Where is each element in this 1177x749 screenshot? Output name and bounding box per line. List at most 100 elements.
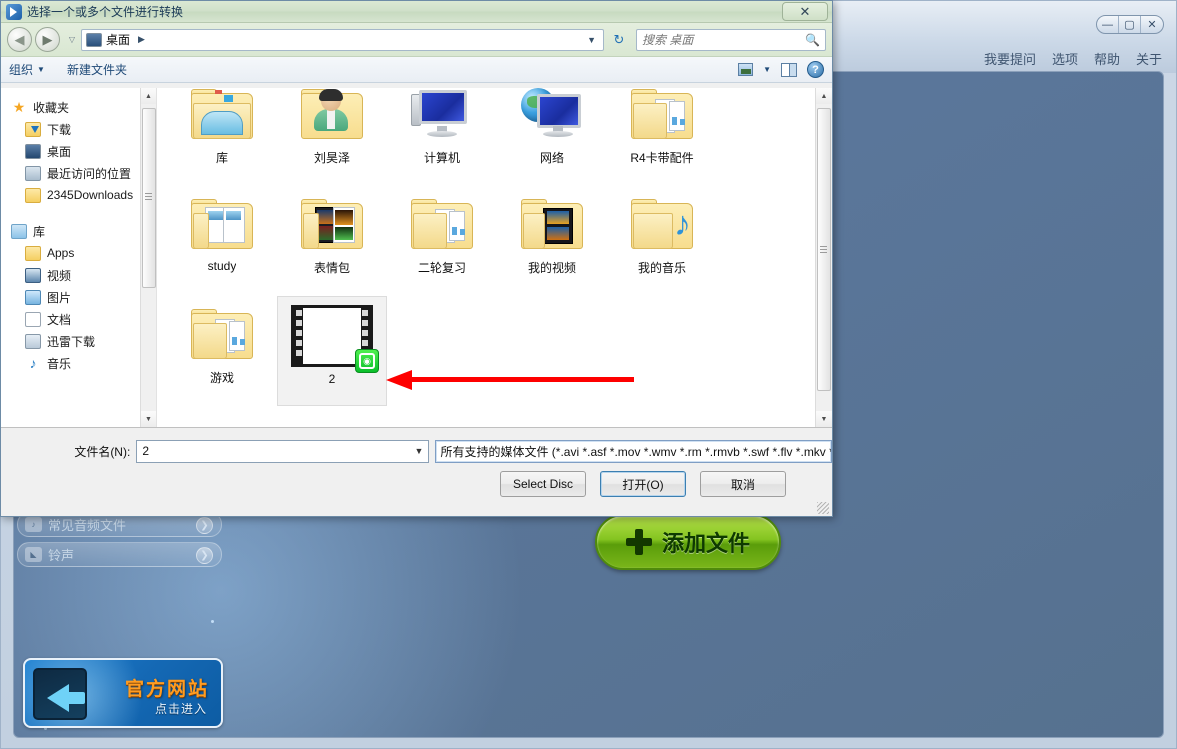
banner-title: 官方网站 (124, 679, 209, 700)
filename-input[interactable]: 2 ▼ (136, 439, 430, 463)
chevron-down-icon[interactable]: ▼ (587, 35, 599, 45)
address-crumb-desktop[interactable]: 桌面 (106, 31, 130, 48)
format-button-label: 常见音频文件 (48, 518, 127, 533)
chevron-down-icon[interactable]: ▼ (415, 446, 424, 456)
search-input[interactable]: 搜索 桌面 🔍 (636, 28, 826, 51)
file-grid: 库 刘昊泽 计算机 网络 R4卡带配件 study 表情包 二轮复习 我的视频 … (167, 88, 812, 406)
plus-icon (625, 529, 652, 555)
minimize-icon[interactable]: — (1097, 16, 1119, 33)
maximize-icon[interactable]: ▢ (1119, 16, 1141, 33)
menu-item-about[interactable]: 关于 (1136, 49, 1162, 68)
refresh-icon[interactable]: ↻ (608, 29, 630, 51)
view-icon[interactable] (738, 63, 754, 76)
menu-item-help[interactable]: 帮助 (1094, 49, 1120, 68)
bell-icon: ◣ (25, 547, 42, 562)
file-item[interactable]: study (167, 186, 277, 296)
menu-item-ask[interactable]: 我要提问 (984, 49, 1036, 68)
close-button[interactable]: ✕ (782, 2, 828, 21)
nav-item-apps[interactable]: Apps (7, 242, 156, 264)
organize-button[interactable]: 组织 ▼ (9, 61, 45, 78)
desktop-icon (25, 143, 41, 159)
file-item[interactable]: 库 (167, 88, 277, 186)
back-button[interactable]: ◀ (7, 27, 32, 52)
close-icon[interactable]: ✕ (1141, 16, 1163, 33)
navigation-pane-scrollbar[interactable]: ▲ ▼ (140, 88, 156, 427)
format-button-label: 铃声 (48, 548, 75, 563)
dialog-bottom-bar: 文件名(N): 2 ▼ 所有支持的媒体文件 (*.avi *.asf *.mov… (1, 429, 832, 516)
nav-item-recent-places[interactable]: 最近访问的位置 (7, 162, 156, 184)
recent-places-icon (25, 165, 41, 181)
file-type-filter-dropdown[interactable]: 所有支持的媒体文件 (*.avi *.asf *.mov *.wmv *.rm … (435, 439, 832, 463)
file-item[interactable]: 计算机 (387, 88, 497, 186)
videos-icon (25, 267, 41, 283)
star-icon: ★ (12, 98, 26, 115)
app-icon (6, 3, 22, 20)
resize-grip[interactable] (817, 502, 829, 514)
nav-group-favorites[interactable]: ★ 收藏夹 (7, 96, 156, 118)
nav-group-libraries[interactable]: 库 (7, 220, 156, 242)
file-label: 网络 (539, 151, 564, 165)
folder-video-icon (516, 192, 588, 256)
chevron-right-icon[interactable]: ▶ (138, 34, 145, 45)
scroll-down-icon[interactable]: ▼ (141, 411, 156, 427)
music-note-icon: ♪ (25, 517, 42, 532)
dialog-titlebar[interactable]: 选择一个或多个文件进行转换 ✕ (1, 1, 832, 23)
nav-item-pictures[interactable]: 图片 (7, 286, 156, 308)
preview-pane-icon[interactable] (781, 62, 797, 77)
file-item[interactable]: ♪ 我的音乐 (607, 186, 717, 296)
scrollbar-grip (820, 246, 827, 253)
nav-item-music[interactable]: ♪ 音乐 (7, 352, 156, 374)
add-file-button[interactable]: 添加文件 (595, 514, 781, 570)
converter-menu[interactable]: 我要提问 选项 帮助 关于 (984, 49, 1162, 68)
forward-button[interactable]: ▶ (35, 27, 60, 52)
folder-icon (186, 302, 258, 366)
new-folder-button[interactable]: 新建文件夹 (67, 61, 127, 78)
help-icon[interactable]: ? (807, 61, 824, 78)
file-list-scrollbar[interactable]: ▲ ▼ (815, 88, 832, 427)
add-file-label: 添加文件 (661, 532, 750, 557)
nav-label: 视频 (47, 268, 72, 283)
file-item[interactable]: 刘昊泽 (277, 88, 387, 186)
nav-item-desktop[interactable]: 桌面 (7, 140, 156, 162)
nav-label: 桌面 (47, 144, 72, 159)
menu-item-options[interactable]: 选项 (1052, 49, 1078, 68)
file-label: 库 (215, 151, 228, 165)
file-item-selected[interactable]: ◉ 2 (277, 296, 387, 406)
media-player-badge-icon: ◉ (355, 349, 379, 373)
nav-item-downloads[interactable]: 下载 (7, 118, 156, 140)
official-website-banner[interactable]: 官方网站 点击进入 (23, 658, 223, 728)
window-controls[interactable]: — ▢ ✕ (1096, 15, 1164, 34)
address-bar[interactable]: 桌面 ▶ ▼ (81, 28, 604, 51)
file-item[interactable]: 二轮复习 (387, 186, 497, 296)
format-button-ringtone[interactable]: ◣ 铃声 ❯ (17, 542, 222, 567)
file-item[interactable]: 游戏 (167, 296, 277, 406)
folder-icon (25, 187, 41, 203)
open-button[interactable]: 打开(O) (600, 471, 686, 497)
recent-pages-dropdown-icon[interactable]: ▽ (65, 35, 79, 44)
monitor-arrow-icon (33, 668, 87, 720)
file-item[interactable]: R4卡带配件 (607, 88, 717, 186)
thunder-download-icon (25, 333, 41, 349)
chevron-down-icon[interactable]: ▼ (763, 65, 771, 74)
scroll-up-icon[interactable]: ▲ (141, 88, 156, 104)
folder-music-icon: ♪ (626, 192, 698, 256)
nav-item-thunder-download[interactable]: 迅雷下载 (7, 330, 156, 352)
computer-icon (406, 88, 478, 146)
dialog-button-row: Select Disc 打开(O) 取消 (500, 471, 786, 497)
nav-item-documents[interactable]: 文档 (7, 308, 156, 330)
scroll-up-icon[interactable]: ▲ (816, 88, 832, 104)
file-label: study (207, 259, 237, 273)
scroll-down-icon[interactable]: ▼ (816, 411, 832, 427)
network-icon (516, 88, 588, 146)
dialog-toolbar: 组织 ▼ 新建文件夹 ▼ ? (1, 57, 832, 83)
search-placeholder: 搜索 桌面 (642, 33, 694, 47)
file-item[interactable]: 我的视频 (497, 186, 607, 296)
file-item[interactable]: 表情包 (277, 186, 387, 296)
annotation-arrow (386, 370, 634, 390)
video-file-icon: ◉ (287, 303, 379, 373)
select-disc-button[interactable]: Select Disc (500, 471, 586, 497)
nav-item-videos[interactable]: 视频 (7, 264, 156, 286)
file-item[interactable]: 网络 (497, 88, 607, 186)
cancel-button[interactable]: 取消 (700, 471, 786, 497)
nav-item-2345downloads[interactable]: 2345Downloads (7, 184, 156, 206)
